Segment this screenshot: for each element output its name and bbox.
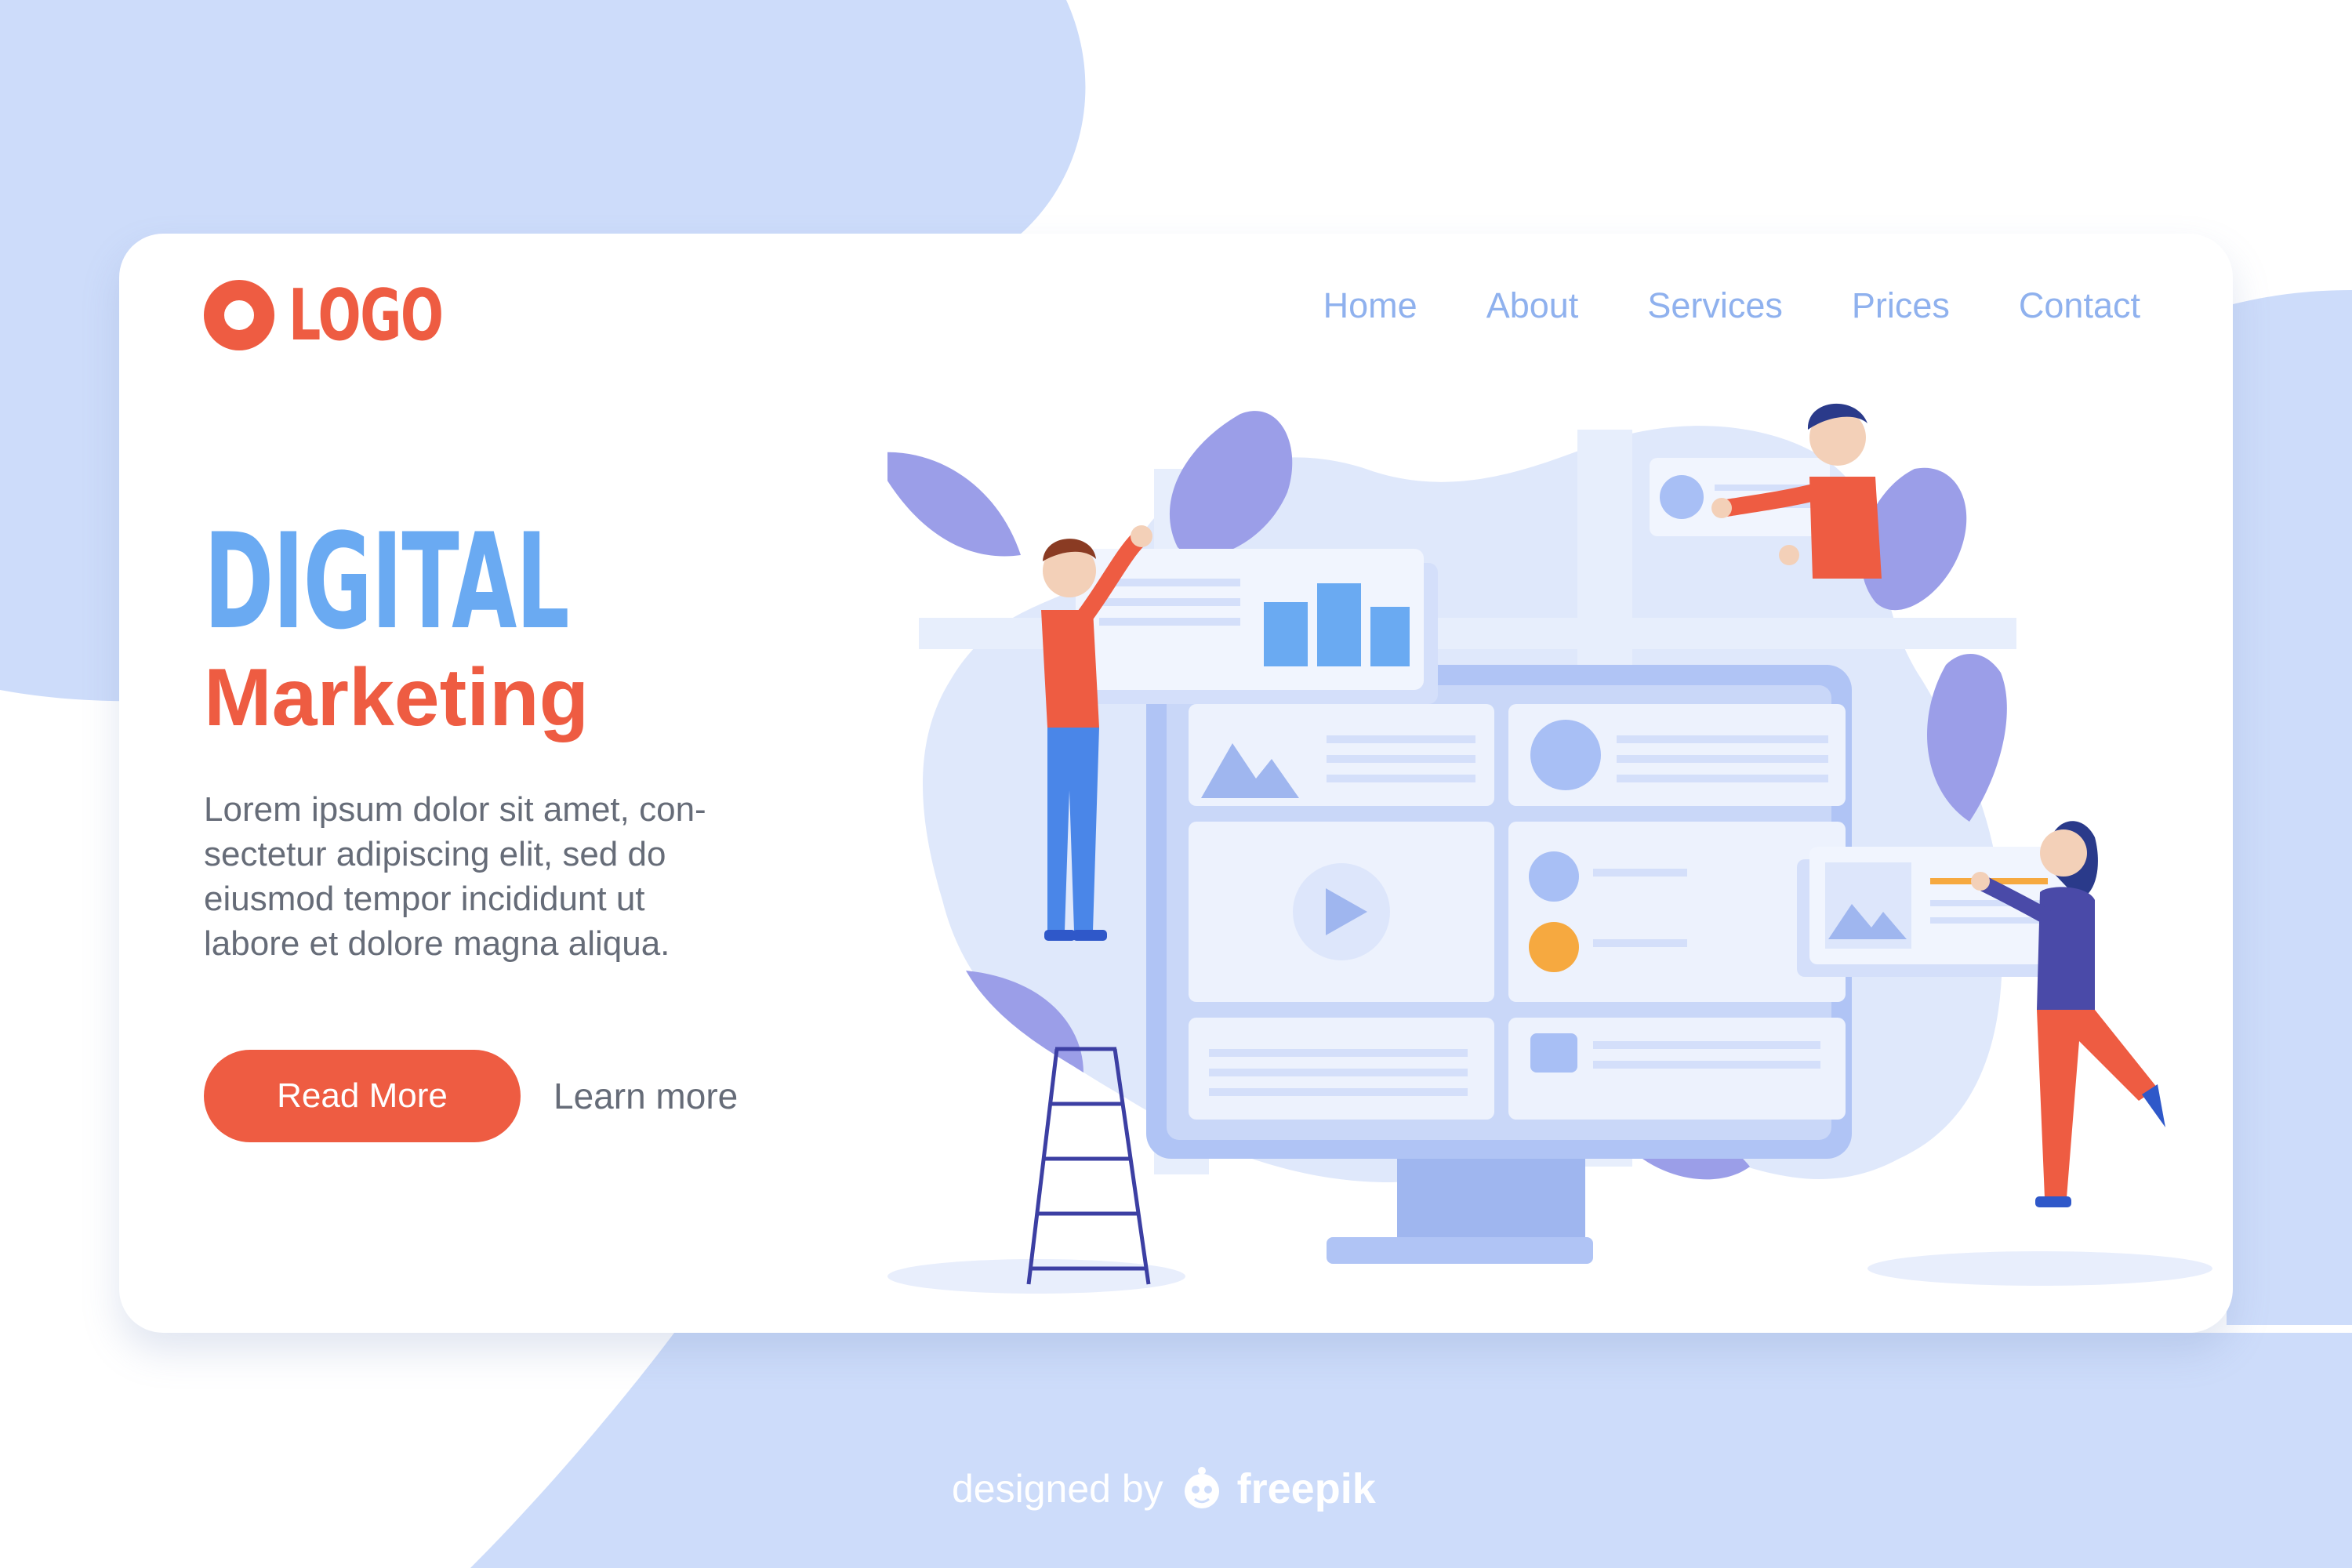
text-line [1099, 579, 1240, 586]
nav-services[interactable]: Services [1647, 285, 1783, 326]
nav-contact[interactable]: Contact [2019, 285, 2140, 326]
description-line: sectetur adipiscing elit, sed do [204, 835, 666, 873]
chart-bar [1264, 602, 1308, 666]
credit-brand[interactable]: freepik [1237, 1465, 1376, 1513]
hero-title: DIGITAL [204, 505, 570, 659]
dot-orange [1529, 922, 1579, 972]
read-more-button[interactable]: Read More [204, 1050, 521, 1142]
description-line: eiusmod tempor incididunt ut [204, 880, 645, 918]
avatar-circle [1530, 720, 1601, 790]
monitor-base [1327, 1237, 1593, 1264]
hero-description: Lorem ipsum dolor sit amet, con- sectetu… [204, 787, 800, 966]
text-line [1617, 735, 1828, 743]
right-blob [2227, 290, 2352, 1325]
nav-prices[interactable]: Prices [1852, 285, 1950, 326]
description-line: Lorem ipsum dolor sit amet, con- [204, 790, 706, 829]
text-line [1930, 917, 2048, 924]
text-line [1593, 939, 1687, 947]
chart-bar [1317, 583, 1361, 666]
text-line [1593, 869, 1687, 877]
screen-card [1508, 822, 1846, 1002]
landing-card: LOGO Home About Services Prices Contact … [119, 234, 2233, 1333]
top-nav: Home About Services Prices Contact [1254, 285, 2140, 326]
text-line [1327, 735, 1475, 743]
text-line [1327, 775, 1475, 782]
bottom-blob [470, 1333, 2352, 1568]
designer-credit: designed by freepik [952, 1465, 1376, 1513]
text-line [1327, 755, 1475, 763]
nav-home[interactable]: Home [1323, 285, 1417, 326]
nav-about[interactable]: About [1486, 285, 1579, 326]
ring-logo-icon [204, 280, 274, 350]
text-line [1593, 1041, 1820, 1049]
dot-blue [1529, 851, 1579, 902]
text-line [1099, 598, 1240, 606]
leaf-left-top [887, 452, 1021, 557]
hero-subtitle: Marketing [204, 652, 590, 743]
ground-shadow [1867, 1251, 2212, 1286]
ground-shadow [887, 1259, 1185, 1294]
logo-text: LOGO [289, 274, 444, 357]
digital-marketing-illustration [887, 403, 2212, 1294]
text-line [1593, 1061, 1820, 1069]
monitor-stand [1397, 1159, 1585, 1245]
freepik-icon [1184, 1467, 1219, 1508]
text-line [1209, 1088, 1468, 1096]
text-line [1617, 775, 1828, 782]
learn-more-link[interactable]: Learn more [554, 1050, 738, 1142]
text-line [1209, 1069, 1468, 1076]
logo[interactable]: LOGO [204, 274, 503, 357]
chart-bar [1370, 607, 1410, 666]
small-square [1530, 1033, 1577, 1073]
text-line [1099, 618, 1240, 626]
text-line [1617, 755, 1828, 763]
text-line [1209, 1049, 1468, 1057]
profile-avatar [1660, 475, 1704, 519]
description-line: labore et dolore magna aliqua. [204, 924, 670, 963]
credit-prefix: designed by [952, 1467, 1163, 1511]
